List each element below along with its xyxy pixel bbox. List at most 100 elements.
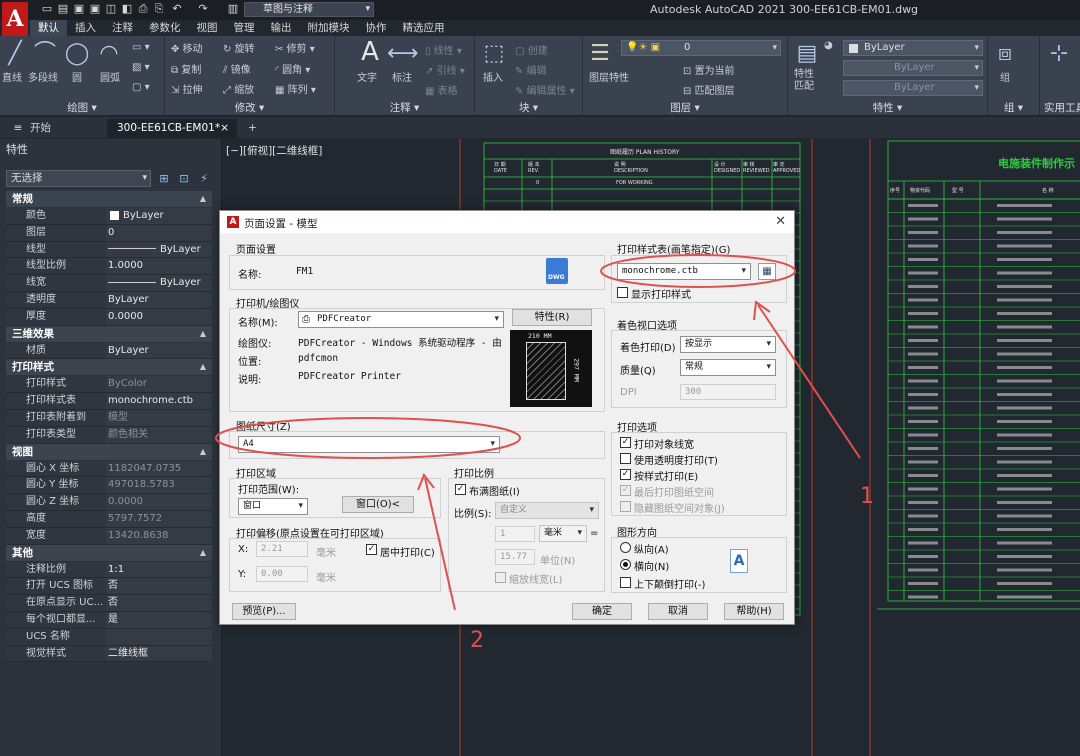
ribbon-tab-addins[interactable]: 附加模块 [300,20,358,36]
scale-button[interactable]: ⤢ 缩放 [223,81,254,96]
layer-properties-button[interactable]: 图层特性 [589,69,629,84]
prop-row[interactable]: 注释比例 1:1 [6,561,212,579]
offset-x-input[interactable]: 2.21 [256,541,308,557]
quick-open-icon[interactable]: ▤ [56,2,70,16]
ribbon-tab-view[interactable]: 视图 [189,20,226,36]
close-tab-icon[interactable]: × [220,119,229,138]
window-pick-button[interactable]: 窗口(O)< [342,496,414,513]
close-icon[interactable]: ✕ [775,214,786,229]
section-view[interactable]: 视图 ▲ [6,443,212,460]
quick-select-icon[interactable]: ⚡ [197,172,211,186]
prop-row[interactable]: 打开 UCS 图标否 [6,578,212,596]
select-objects-icon[interactable]: ⊡ [177,172,191,186]
quick-saveas-icon[interactable]: ▣ [88,2,102,16]
create-block-button[interactable]: ▢ 创建 [515,42,548,57]
group-icon[interactable]: ⧈ [990,40,1020,68]
workspace-select[interactable]: 草图与注释 ▾ [244,2,374,17]
portrait-radio[interactable] [620,542,631,553]
layer-properties-icon[interactable]: ☰ [585,40,615,68]
tab-start[interactable]: 开始 [20,119,61,138]
polyline-icon[interactable]: ⌒ [30,40,60,68]
rotate-button[interactable]: ↻ 旋转 [223,40,255,55]
fillet-button[interactable]: ◜ 圆角 ▾ [275,61,310,76]
scale-paper-input[interactable]: 1 [495,526,535,542]
measure-icon[interactable]: ⊹ [1044,40,1074,68]
match-layer-button[interactable]: ⊟ 匹配图层 [683,82,735,97]
prop-row[interactable]: 视觉样式 二维线框 [6,645,212,663]
autocad-logo-icon[interactable]: A [2,2,28,36]
quick-web-icon[interactable]: ◫ [104,2,118,16]
plot-with-styles-checkbox[interactable]: ✓ [620,469,631,480]
style-table-select[interactable]: monochrome.ctb ▾ [617,263,751,280]
ribbon-tab-parametric[interactable]: 参数化 [141,20,189,36]
color-wheel-icon[interactable]: ◕ [824,40,833,51]
prop-row[interactable]: 厚度 0.0000 [6,308,212,326]
section-3d-effects[interactable]: 三维效果 ▲ [6,325,212,342]
quality-select[interactable]: 常规 ▾ [680,359,776,376]
boundary-icon[interactable]: ▢ ▾ [132,82,150,93]
polyline-button[interactable]: 多段线 [28,69,58,84]
fit-to-paper-checkbox[interactable]: ✓ [455,484,466,495]
dimension-icon[interactable]: ⟷ [387,40,419,68]
scale-unit-select[interactable]: 毫米 ▾ [539,525,587,542]
stretch-button[interactable]: ⇲ 拉伸 [171,81,203,96]
shade-plot-select[interactable]: 按显示 ▾ [680,336,776,353]
section-general[interactable]: 常规 ▲ [6,191,212,207]
prop-row[interactable]: 线型 ByLayer [6,241,212,259]
scale-units-input[interactable]: 15.77 [495,549,535,565]
ribbon-tab-output[interactable]: 输出 [263,20,300,36]
ribbon-tab-manage[interactable]: 管理 [226,20,263,36]
ribbon-tab-insert[interactable]: 插入 [67,20,104,36]
prop-row[interactable]: 每个视口都显... 是 [6,611,212,629]
upside-down-checkbox[interactable] [620,577,631,588]
layer-select[interactable]: 💡☀ ▣ 0 ▾ [621,40,781,56]
prop-row[interactable]: UCS 名称 [6,628,212,646]
prop-row[interactable]: 在原点显示 UC... 否 [6,595,212,612]
prop-row[interactable]: 宽度 13420.8638 [6,527,212,545]
table-button[interactable]: ▦ 表格 [425,82,458,97]
prop-row[interactable]: 打印样式 ByColor [6,376,212,394]
prop-row[interactable]: 打印表附着到 模型 [6,409,212,427]
circle-icon[interactable]: ◯ [62,40,92,68]
prop-row[interactable]: 线宽 ByLayer [6,275,212,292]
match-properties-icon[interactable]: ▤ [792,40,822,68]
insert-block-icon[interactable]: ⬚ [479,40,509,68]
linetype-select[interactable]: ByLayer ▾ [843,60,983,76]
toggle-pickadd-icon[interactable]: ⊞ [157,172,171,186]
plotter-properties-button[interactable]: 特性(R) [512,309,592,326]
prop-row[interactable]: 材质 ByLayer [6,342,212,360]
move-button[interactable]: ✥ 移动 [171,40,203,55]
arc-button[interactable]: 圆弧 [100,69,120,84]
ok-button[interactable]: 确定 [572,603,632,620]
ribbon-tab-annotate[interactable]: 注释 [104,20,141,36]
dpi-input[interactable]: 300 [680,384,776,400]
quick-print-icon[interactable]: ⎘ [152,2,166,16]
line-button[interactable]: 直线 [2,69,22,84]
group-button[interactable]: 组 [1000,69,1010,84]
copy-button[interactable]: ⧉ 复制 [171,61,201,76]
prop-row[interactable]: 圆心 X 坐标 1182047.0735 [6,460,212,478]
array-button[interactable]: ▦ 阵列 ▾ [275,81,316,96]
workspace-save-icon[interactable]: ▥ [226,2,240,16]
center-plot-checkbox[interactable]: ✓ [366,544,377,555]
leader-button[interactable]: ↗ 引线 ▾ [425,62,465,77]
prop-row[interactable]: 颜色 ByLayer [6,208,212,225]
scale-select[interactable]: 自定义 ▾ [495,502,599,519]
undo-icon[interactable]: ↶ [170,2,184,16]
prop-row[interactable]: 圆心 Z 坐标 0.0000 [6,494,212,511]
prop-row[interactable]: 图层 0 [6,224,212,242]
prop-row[interactable]: 打印表类型 颜色相关 [6,426,212,444]
preview-button[interactable]: 预览(P)... [232,603,296,620]
rectangle-icon[interactable]: ▭ ▾ [132,42,150,53]
linear-button[interactable]: ▯ 线性 ▾ [425,42,462,57]
line-icon[interactable]: ╱ [0,40,30,68]
section-misc[interactable]: 其他 ▲ [6,544,212,561]
text-icon[interactable]: A [355,38,385,66]
help-button[interactable]: 帮助(H) [724,603,784,620]
section-plot-style[interactable]: 打印样式 ▲ [6,359,212,376]
circle-button[interactable]: 圆 [72,69,82,84]
hatch-icon[interactable]: ▨ ▾ [132,62,150,73]
quick-plot-icon[interactable]: ⎙ [136,2,150,16]
plot-lineweights-checkbox[interactable]: ✓ [620,437,631,448]
edit-attr-button[interactable]: ✎ 编辑属性 ▾ [515,82,575,97]
